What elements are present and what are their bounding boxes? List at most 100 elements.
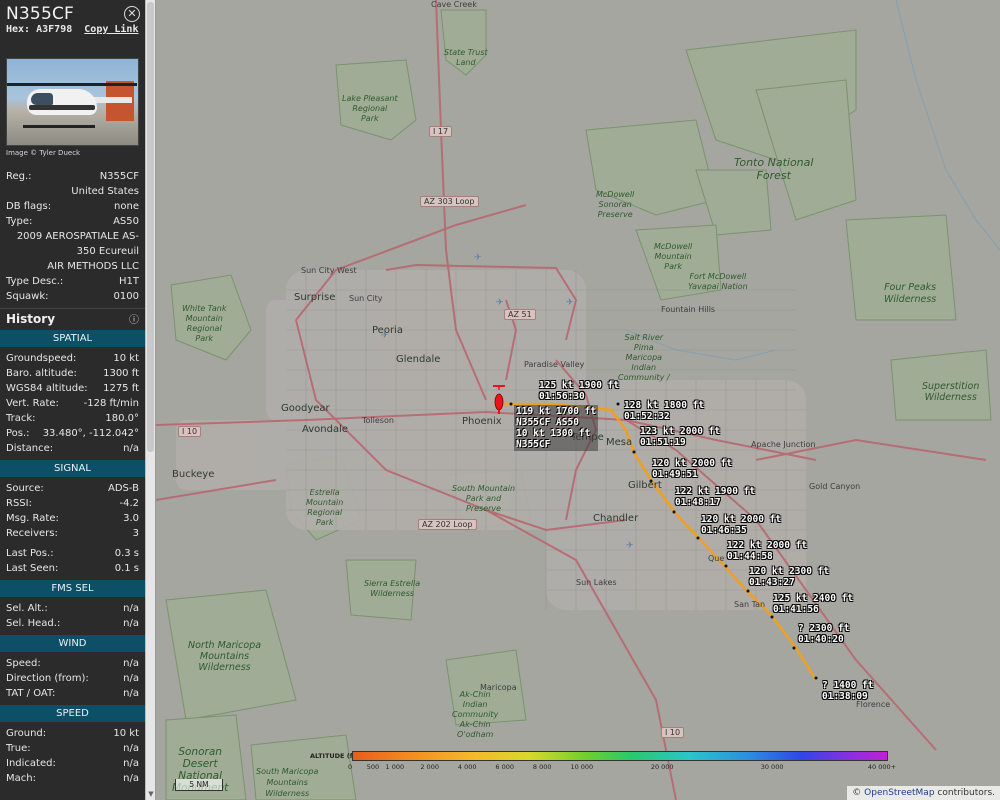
place-tolleson: Tolleson [362,416,394,425]
dbflags-row: DB flags: none [6,199,139,214]
altitude-tick: 0 [348,763,353,771]
copy-link-button[interactable]: Copy Link [84,24,138,35]
squawk-label: Squawk: [6,291,49,302]
history-header[interactable]: History ⓘ [0,308,145,328]
wind-value: n/a [123,688,139,699]
speed-section-header: SPEED [0,705,145,722]
park-salt-river-pima: Salt River Pima Maricopa Indian Community / [618,333,670,382]
spatial-row: Vert. Rate: -128 ft/min [6,396,139,411]
place-avondale: Avondale [302,424,349,435]
reg-label: Reg.: [6,171,32,182]
spatial-section-header: SPATIAL [0,330,145,347]
signal-label: Receivers: [6,528,58,539]
signal-label: Msg. Rate: [6,513,59,524]
info-icon[interactable]: ⓘ [129,311,139,326]
place-chandler: Chandler [593,513,639,524]
sidebar-scrollbar[interactable]: ▼ [145,0,155,800]
place-surprise: Surprise [294,292,336,303]
map-view[interactable]: ✈ ✈ ✈ ✈ ✈ Surprise Sun City West Sun Cit… [156,0,1000,800]
type-label: Type: [6,216,33,227]
altitude-tick: 20 000 [650,763,674,771]
altitude-legend: ALTITUDE (ft) 0 500 1 000 2 000 4 000 6 000 8 … [310,751,896,775]
shield-i10-west: I 10 [178,426,202,437]
speed-value: n/a [123,773,139,784]
country-row: United States [6,184,139,199]
place-apache-junction: Apache Junction [751,440,816,449]
altitude-tick: 8 000 [532,763,552,771]
fms-label: Sel. Alt.: [6,603,48,614]
fms-label: Sel. Head.: [6,618,61,629]
altitude-color-bar [352,751,888,761]
signal-value: ADS-B [107,483,139,494]
spatial-block: Groundspeed: 10 kt Baro. altitude: 1300 ft W… [0,347,145,458]
speed-value: n/a [123,743,139,754]
park-superstition-wilderness: Superstition Wilderness [922,381,980,403]
fms-row: Sel. Head.: n/a [6,616,139,631]
spatial-value: 10 kt [113,353,139,364]
squawk-value: 0100 [113,291,139,302]
map-scale: 5 NM [175,779,223,791]
wind-value: n/a [123,658,139,669]
place-sun-lakes: Sun Lakes [576,578,617,587]
park-lake-pleasant: Lake Pleasant Regional Park [342,94,398,123]
altitude-tick: 30 000 [760,763,784,771]
altitude-tick: 500 [366,763,380,771]
signal-value: 3.0 [123,513,139,524]
park-estrella-mountain: Estrella Mountain Regional Park [306,488,344,527]
track-label: 128 kt 1800 ft 01:52:32 [624,400,705,422]
place-san-tan: San Tan [734,600,766,609]
hex-value: A3F798 [36,24,73,35]
aircraft-sidebar: N355CF ✕ Hex: A3F798 Copy Link Image © T… [0,0,145,800]
signal-row: Source: ADS-B [6,481,139,496]
track-label: 122 kt 1900 ft 01:48:17 [675,486,756,508]
squawk-row: Squawk: 0100 [6,289,139,304]
park-south-mountain: South Mountain Park and Preserve [452,484,516,513]
signal-label: RSSI: [6,498,32,509]
reg-row: Reg.: N355CF [6,169,139,184]
track-label: 125 kt 1900 ft 01:56:30 [539,380,620,402]
fms-value: n/a [123,618,139,629]
spatial-value: 1300 ft [103,368,139,379]
signal-label: Last Seen: [6,563,59,574]
signal-row: Last Seen: 0.1 s [6,561,139,576]
dbflags-label: DB flags: [6,201,52,212]
scroll-down-arrow-icon[interactable]: ▼ [147,790,155,798]
reg-value[interactable]: N355CF [100,169,139,184]
aircraft-photo[interactable] [6,58,139,146]
speed-row: Ground: 10 kt [6,726,139,741]
altitude-tick: 4 000 [457,763,477,771]
place-sun-city: Sun City [349,294,383,303]
spatial-value: 180.0° [105,413,139,424]
type-full-row-1: 2009 AEROSPATIALE AS- [6,229,139,244]
park-tonto-national-forest: Tonto National Forest [734,156,814,182]
place-gilbert: Gilbert [628,480,662,491]
type-value: AS50 [113,216,139,227]
fms-block: Sel. Alt.: n/a Sel. Head.: n/a [0,597,145,633]
scrollbar-thumb[interactable] [147,2,154,452]
signal-row: RSSI: -4.2 [6,496,139,511]
spatial-row: Pos.: 33.480°, -112.042° [6,426,139,441]
speed-label: Mach: [6,773,36,784]
speed-value: 10 kt [113,728,139,739]
signal-label: Last Pos.: [6,548,54,559]
operator-row: AIR METHODS LLC [6,259,139,274]
shield-az51: AZ 51 [504,309,536,320]
altitude-tick: 1 000 [385,763,405,771]
typedesc-row: Type Desc.: H1T [6,274,139,289]
country-value: United States [71,186,139,197]
place-sun-city-west: Sun City West [301,266,357,275]
speed-value: n/a [123,758,139,769]
aircraft-map-label[interactable]: 119 kt 1700 ft N355CF AS50 10 kt 1300 ft… [514,405,599,451]
close-icon[interactable]: ✕ [124,6,140,22]
wind-section-header: WIND [0,635,145,652]
osm-link[interactable]: OpenStreetMap [864,788,934,798]
shield-i10-south: I 10 [661,727,685,738]
place-phoenix: Phoenix [462,416,502,427]
track-label: 120 kt 2300 ft 01:43:27 [749,566,830,588]
track-label: 120 kt 2000 ft 01:46:35 [701,514,782,536]
altitude-tick: 40 000+ [867,763,897,771]
signal-row: Receivers: 3 [6,526,139,541]
place-mesa: Mesa [606,437,633,448]
park-sierra-estrella-wilderness: Sierra Estrella Wilderness [364,579,421,598]
park-fort-mcdowell: Fort McDowell Yavapai Nation [688,272,748,291]
